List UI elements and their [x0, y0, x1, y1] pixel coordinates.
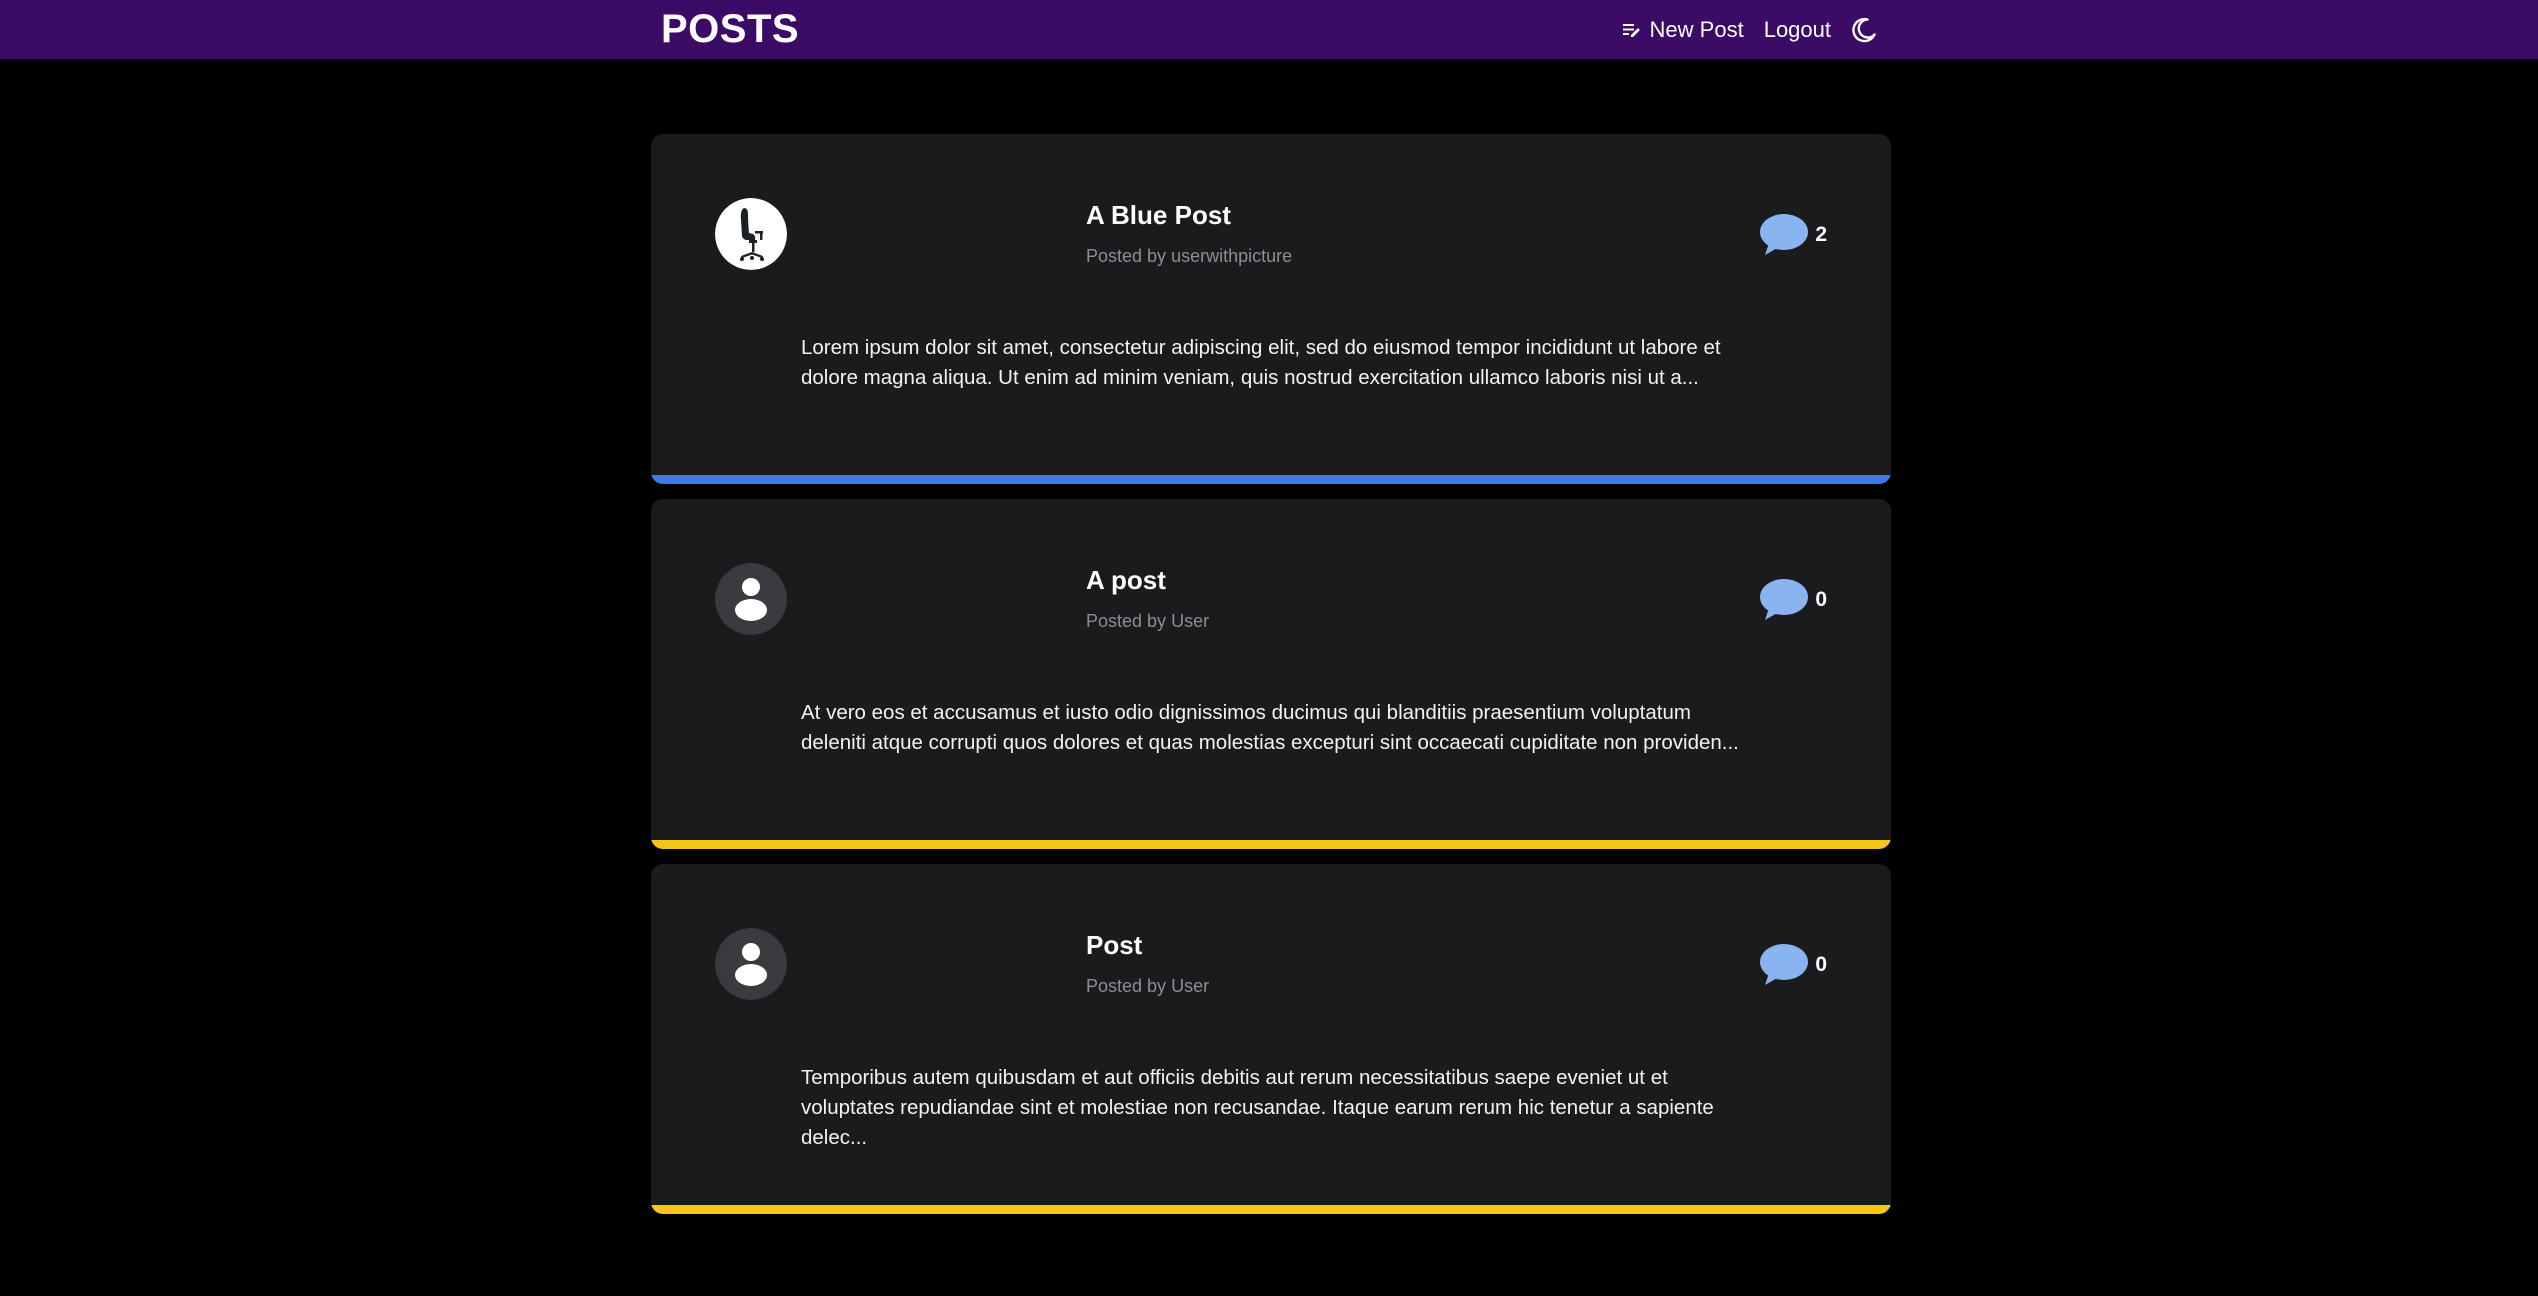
posted-by-label: Posted by [1086, 611, 1167, 631]
post-card[interactable]: A post Posted by User 0 At vero eos et a… [651, 499, 1891, 849]
post-feed: A Blue Post Posted by userwithpicture 2 … [651, 134, 1891, 1229]
nav-actions: New Post Logout [1622, 0, 1877, 59]
comment-count[interactable]: 0 [1759, 943, 1827, 987]
edit-note-icon [1622, 21, 1642, 39]
post-excerpt: Temporibus autem quibusdam et aut offici… [801, 1066, 1714, 1149]
default-user-icon [715, 928, 787, 1000]
post-card[interactable]: Post Posted by User 0 Temporibus autem q… [651, 864, 1891, 1214]
avatar[interactable] [715, 928, 787, 1000]
post-meta: Posted by userwithpicture [1086, 246, 1292, 267]
post-title[interactable]: A Blue Post [1086, 200, 1231, 231]
post-accent-bar [651, 840, 1891, 849]
comment-count-value: 0 [1815, 588, 1827, 611]
post-meta: Posted by User [1086, 976, 1209, 997]
post-accent-bar [651, 475, 1891, 484]
post-author[interactable]: User [1171, 611, 1209, 631]
posted-by-label: Posted by [1086, 976, 1167, 996]
new-post-label: New Post [1649, 16, 1744, 42]
theme-toggle-button[interactable] [1851, 17, 1877, 43]
comment-count-value: 2 [1815, 223, 1827, 246]
default-user-icon [715, 563, 787, 635]
comment-bubble-icon [1760, 944, 1809, 985]
comment-bubble-icon [1760, 214, 1809, 255]
post-title[interactable]: Post [1086, 930, 1142, 961]
posted-by-label: Posted by [1086, 246, 1167, 266]
new-post-link[interactable]: New Post [1622, 17, 1744, 43]
post-author[interactable]: User [1171, 976, 1209, 996]
logout-link[interactable]: Logout [1764, 17, 1831, 43]
post-excerpt: At vero eos et accusamus et iusto odio d… [801, 701, 1739, 754]
post-author[interactable]: userwithpicture [1171, 246, 1292, 266]
comment-bubble-icon [1760, 579, 1809, 620]
post-card[interactable]: A Blue Post Posted by userwithpicture 2 … [651, 134, 1891, 484]
brand-logo[interactable]: POSTS [661, 6, 799, 52]
avatar[interactable] [715, 563, 787, 635]
post-meta: Posted by User [1086, 611, 1209, 632]
office-chair-photo [715, 198, 787, 270]
post-excerpt: Lorem ipsum dolor sit amet, consectetur … [801, 336, 1721, 389]
post-title[interactable]: A post [1086, 565, 1166, 596]
moon-icon [1851, 17, 1877, 43]
top-navbar: POSTS New Post Logout [0, 0, 2538, 59]
avatar[interactable] [715, 198, 787, 270]
post-accent-bar [651, 1205, 1891, 1214]
comment-count[interactable]: 2 [1759, 213, 1827, 257]
comment-count-value: 0 [1815, 953, 1827, 976]
comment-count[interactable]: 0 [1759, 578, 1827, 622]
